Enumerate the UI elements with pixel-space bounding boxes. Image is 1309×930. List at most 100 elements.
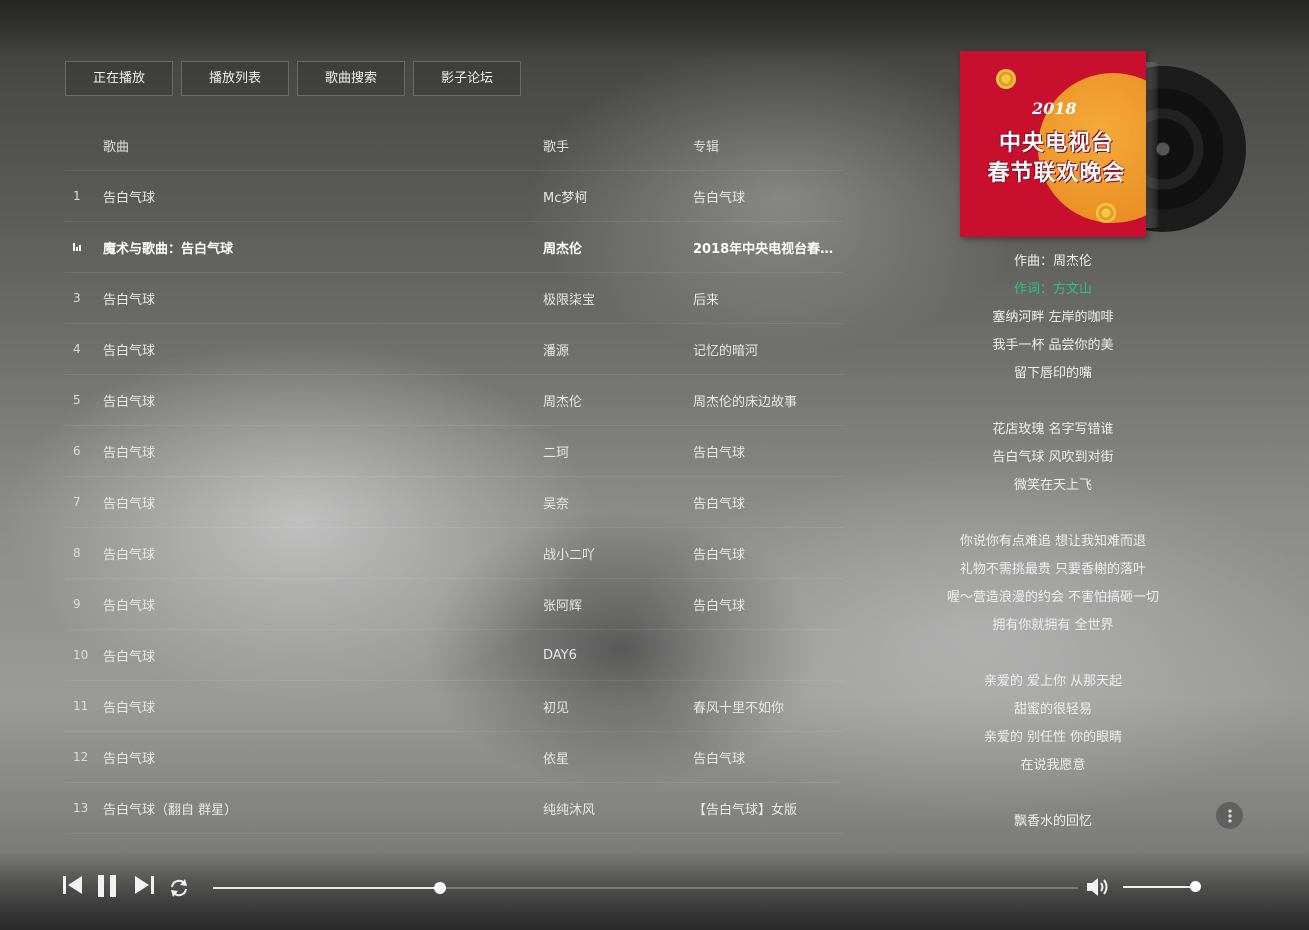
lyric-line: 塞纳河畔 左岸的咖啡 <box>992 310 1114 325</box>
song-row[interactable]: 8 告白气球 战小二吖 告白气球 <box>65 528 843 579</box>
song-title: 告白气球 <box>103 547 156 563</box>
song-singer[interactable]: 周杰伦 <box>543 391 693 410</box>
song-title: 告白气球 <box>103 598 156 614</box>
song-album[interactable]: 告白气球 <box>693 187 843 206</box>
volume-icon <box>1087 878 1108 896</box>
song-album[interactable]: 周杰伦的床边故事 <box>693 391 843 410</box>
song-singer[interactable]: 极限柒宝 <box>543 289 693 308</box>
now-playing-wave-icon <box>65 240 103 254</box>
cover-flower-icon <box>996 69 1016 89</box>
progress-bar[interactable] <box>213 882 1078 894</box>
song-number: 6 <box>73 444 81 458</box>
progress-knob[interactable] <box>433 882 446 894</box>
next-button[interactable] <box>134 874 156 900</box>
cover-year: 2018 <box>1032 99 1077 118</box>
song-row[interactable]: 6 告白气球 二珂 告白气球 <box>65 426 843 477</box>
song-title: 告白气球 <box>103 394 156 410</box>
song-row[interactable]: 11 告白气球 初见 春风十里不如你 <box>65 681 843 732</box>
song-singer[interactable]: 吴奈 <box>543 493 693 512</box>
song-singer[interactable]: 潘源 <box>543 340 693 359</box>
lyrics-panel: 作曲：周杰伦 作词：方文山 塞纳河畔 左岸的咖啡 我手一杯 品尝你的美 留下唇印的嘴 花店… <box>930 248 1176 836</box>
song-title: 告白气球 <box>103 496 156 512</box>
song-album[interactable]: 2018年中央电视台春… <box>693 238 843 257</box>
song-album[interactable]: 告白气球 <box>693 493 843 512</box>
lyric-line: 留下唇印的嘴 <box>1013 366 1092 381</box>
song-singer[interactable]: 二珂 <box>543 442 693 461</box>
tab-forum[interactable]: 影子论坛 <box>413 61 521 96</box>
cd-case-edge <box>1146 62 1158 228</box>
song-title: 告白气球 <box>103 292 156 308</box>
song-album[interactable]: 告白气球 <box>693 544 843 563</box>
song-singer[interactable]: 依星 <box>543 748 693 767</box>
song-singer[interactable]: Mc梦柯 <box>543 187 693 206</box>
header-singer: 歌手 <box>543 139 570 155</box>
song-number: 7 <box>73 495 81 509</box>
song-row[interactable]: 魔术与歌曲：告白气球 周杰伦 2018年中央电视台春… <box>65 222 843 273</box>
song-album[interactable]: 告白气球 <box>693 442 843 461</box>
song-row[interactable]: 9 告白气球 张阿辉 告白气球 <box>65 579 843 630</box>
song-row[interactable]: 13 告白气球（翻自 群星） 纯纯沐风 【告白气球】女版 <box>65 783 843 834</box>
lyric-line <box>930 640 1176 668</box>
loop-button[interactable] <box>167 877 191 903</box>
song-album[interactable]: 记忆的暗河 <box>693 340 843 359</box>
song-number: 10 <box>73 648 89 662</box>
song-row[interactable]: 7 告白气球 吴奈 告白气球 <box>65 477 843 528</box>
song-list: 歌曲 歌手 专辑 1 告白气球 Mc梦柯 告白气球 魔术与歌曲：告白气球 周杰伦 2018年… <box>65 120 843 834</box>
volume-button[interactable] <box>1086 876 1114 902</box>
cover-flower-icon <box>1096 203 1116 223</box>
song-singer[interactable]: DAY6 <box>543 648 693 663</box>
song-row[interactable]: 5 告白气球 周杰伦 周杰伦的床边故事 <box>65 375 843 426</box>
tab-playlist[interactable]: 播放列表 <box>181 61 289 96</box>
song-album[interactable]: 后来 <box>693 289 843 308</box>
song-row[interactable]: 3 告白气球 极限柒宝 后来 <box>65 273 843 324</box>
lyric-line: 在说我愿意 <box>1020 758 1086 773</box>
song-title: 告白气球 <box>103 190 156 206</box>
song-number: 1 <box>73 189 81 203</box>
song-number: 8 <box>73 546 81 560</box>
song-row[interactable]: 10 告白气球 DAY6 <box>65 630 843 681</box>
lyric-line: 礼物不需挑最贵 只要香榭的落叶 <box>959 562 1147 577</box>
album-cover: 2018 中央电视台 春节联欢晚会 <box>960 51 1146 237</box>
song-number: 12 <box>73 750 89 764</box>
volume-slider[interactable] <box>1123 881 1201 892</box>
more-button[interactable] <box>1216 802 1243 829</box>
nav-tabs: 正在播放 播放列表 歌曲搜索 影子论坛 <box>65 61 521 96</box>
prev-icon <box>63 876 82 894</box>
song-title: 告白气球 <box>103 649 156 665</box>
pause-icon <box>98 875 116 897</box>
song-title: 告白气球 <box>103 343 156 359</box>
pause-button[interactable] <box>97 874 119 902</box>
lyric-line <box>930 500 1176 528</box>
song-row[interactable]: 4 告白气球 潘源 记忆的暗河 <box>65 324 843 375</box>
song-title: 魔术与歌曲：告白气球 <box>103 241 234 257</box>
volume-knob[interactable] <box>1190 881 1201 892</box>
more-vertical-icon <box>1227 808 1232 823</box>
song-number: 13 <box>73 801 89 815</box>
tab-now-playing[interactable]: 正在播放 <box>65 61 173 96</box>
lyric-line: 微笑在天上飞 <box>1013 478 1092 493</box>
song-title: 告白气球 <box>103 751 156 767</box>
song-singer[interactable]: 战小二吖 <box>543 544 693 563</box>
song-row[interactable]: 12 告白气球 依星 告白气球 <box>65 732 843 783</box>
lyric-line: 你说你有点难追 想让我知难而退 <box>959 534 1147 549</box>
tab-song-search[interactable]: 歌曲搜索 <box>297 61 405 96</box>
song-number: 3 <box>73 291 81 305</box>
song-row[interactable]: 1 告白气球 Mc梦柯 告白气球 <box>65 171 843 222</box>
song-singer[interactable]: 初见 <box>543 697 693 716</box>
lyric-line: 告白气球 风吹到对街 <box>992 450 1114 465</box>
song-singer[interactable]: 周杰伦 <box>543 238 693 257</box>
song-title: 告白气球 <box>103 445 156 461</box>
song-album[interactable]: 【告白气球】女版 <box>693 799 843 818</box>
lyric-line: 喔～营造浪漫的约会 不害怕搞砸一切 <box>946 590 1160 605</box>
song-list-header: 歌曲 歌手 专辑 <box>65 120 843 171</box>
song-title: 告白气球（翻自 群星） <box>103 802 238 818</box>
lyric-line-current: 作词：方文山 <box>1013 282 1092 297</box>
lyric-line <box>930 780 1176 808</box>
song-album[interactable]: 春风十里不如你 <box>693 697 843 716</box>
next-icon <box>135 876 154 894</box>
song-singer[interactable]: 张阿辉 <box>543 595 693 614</box>
song-album[interactable]: 告白气球 <box>693 595 843 614</box>
song-singer[interactable]: 纯纯沐风 <box>543 799 693 818</box>
song-album[interactable]: 告白气球 <box>693 748 843 767</box>
prev-button[interactable] <box>62 874 84 900</box>
